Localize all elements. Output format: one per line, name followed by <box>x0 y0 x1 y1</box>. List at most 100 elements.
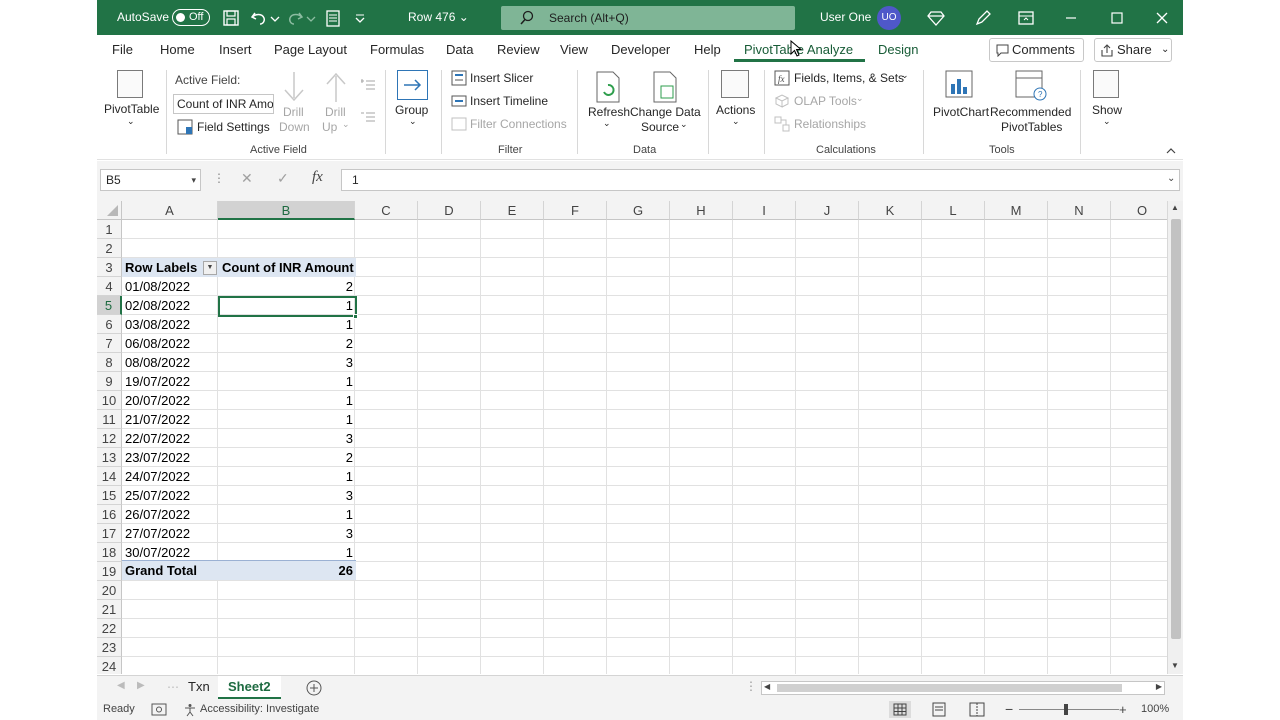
row-header-5[interactable]: 5 <box>97 296 122 315</box>
pivot-row-value[interactable]: 2 <box>219 277 356 296</box>
pivot-row-value[interactable]: 1 <box>219 410 356 429</box>
vertical-scroll-thumb[interactable] <box>1171 219 1181 639</box>
close-icon[interactable] <box>1152 8 1172 28</box>
row-header-3[interactable]: 3 <box>97 258 122 277</box>
enter-icon[interactable]: ✓ <box>277 170 289 187</box>
row-header-18[interactable]: 18 <box>97 543 122 562</box>
normal-view-button[interactable] <box>889 701 911 718</box>
pivot-row-label[interactable]: 21/07/2022 <box>122 410 218 429</box>
tab-file[interactable]: File <box>112 35 133 64</box>
avatar[interactable]: UO <box>877 6 901 30</box>
column-header-j[interactable]: J <box>796 201 859 220</box>
row-header-12[interactable]: 12 <box>97 429 122 448</box>
pivot-row-value[interactable]: 3 <box>219 353 356 372</box>
scroll-left-icon[interactable]: ◀ <box>764 682 770 691</box>
column-header-o[interactable]: O <box>1111 201 1167 220</box>
row-header-13[interactable]: 13 <box>97 448 122 467</box>
zoom-slider-thumb[interactable] <box>1064 704 1068 715</box>
zoom-in-icon[interactable]: + <box>1119 699 1127 720</box>
name-box[interactable]: B5 ▾ <box>100 169 201 191</box>
pivot-row-value[interactable]: 2 <box>219 448 356 467</box>
zoom-level[interactable]: 100% <box>1141 699 1169 720</box>
page-break-preview-icon[interactable] <box>969 702 985 717</box>
horizontal-scroll-thumb[interactable] <box>777 684 1122 692</box>
refresh-icon[interactable] <box>594 70 624 104</box>
autosave-toggle[interactable]: Off <box>172 9 210 26</box>
show-icon[interactable] <box>1093 70 1119 98</box>
row-header-17[interactable]: 17 <box>97 524 122 543</box>
diamond-icon[interactable] <box>926 8 946 28</box>
column-header-n[interactable]: N <box>1048 201 1111 220</box>
active-field-input[interactable]: Count of INR Amo <box>173 94 274 114</box>
expand-formula-bar-icon[interactable]: ⌄ <box>1167 173 1175 184</box>
insert-function-icon[interactable]: fx <box>312 169 323 186</box>
pivotchart-button[interactable]: PivotChart <box>933 105 989 119</box>
pivot-row-label[interactable]: 22/07/2022 <box>122 429 218 448</box>
tab-review[interactable]: Review <box>497 35 540 64</box>
row-header-23[interactable]: 23 <box>97 638 122 657</box>
pivot-row-label[interactable]: 06/08/2022 <box>122 334 218 353</box>
recommended-pivottables-label-1[interactable]: Recommended <box>990 105 1071 119</box>
pen-icon[interactable] <box>973 8 993 28</box>
pivottable-button[interactable]: PivotTable <box>104 102 159 116</box>
tab-design[interactable]: Design <box>878 35 918 64</box>
accessibility-status[interactable]: Accessibility: Investigate <box>200 699 319 720</box>
drill-up-icon[interactable] <box>323 70 349 104</box>
change-data-source-label-1[interactable]: Change Data <box>630 105 701 119</box>
maximize-icon[interactable] <box>1107 8 1127 28</box>
redo-icon[interactable] <box>285 8 305 28</box>
column-header-i[interactable]: I <box>733 201 796 220</box>
pivot-row-label[interactable]: 08/08/2022 <box>122 353 218 372</box>
vertical-scrollbar[interactable]: ▲ ▼ <box>1167 201 1183 674</box>
column-header-d[interactable]: D <box>418 201 481 220</box>
pivot-row-value[interactable]: 1 <box>219 543 356 562</box>
expand-field-icon[interactable] <box>360 78 376 92</box>
pivot-row-label[interactable]: 02/08/2022 <box>122 296 218 315</box>
column-header-l[interactable]: L <box>922 201 985 220</box>
olap-tools-button[interactable]: OLAP Tools <box>794 94 857 108</box>
zoom-slider-track[interactable] <box>1019 709 1119 710</box>
change-data-source-label-2[interactable]: Source <box>641 120 679 134</box>
row-header-16[interactable]: 16 <box>97 505 122 524</box>
insert-slicer-button[interactable]: Insert Slicer <box>470 71 533 85</box>
tab-data[interactable]: Data <box>446 35 473 64</box>
column-header-b[interactable]: B <box>218 201 355 220</box>
add-sheet-icon[interactable] <box>306 680 322 696</box>
column-header-m[interactable]: M <box>985 201 1048 220</box>
row-header-6[interactable]: 6 <box>97 315 122 334</box>
pivot-row-label[interactable]: 24/07/2022 <box>122 467 218 486</box>
insert-timeline-button[interactable]: Insert Timeline <box>470 94 548 108</box>
change-data-source-icon[interactable] <box>651 70 681 104</box>
recommended-pivottables-label-2[interactable]: PivotTables <box>1001 120 1062 134</box>
share-button[interactable]: Share ⌄ <box>1094 38 1172 62</box>
pivot-row-label[interactable]: 23/07/2022 <box>122 448 218 467</box>
pivot-row-value[interactable]: 3 <box>219 524 356 543</box>
redo-dropdown-icon[interactable] <box>305 8 317 28</box>
pivot-row-value[interactable]: 3 <box>219 429 356 448</box>
row-header-10[interactable]: 10 <box>97 391 122 410</box>
tab-insert[interactable]: Insert <box>219 35 252 64</box>
pivotchart-icon[interactable] <box>945 70 975 102</box>
horizontal-scrollbar[interactable]: ◀ ▶ <box>761 681 1165 695</box>
save-icon[interactable] <box>221 8 241 28</box>
user-name[interactable]: User One <box>820 0 871 35</box>
field-settings-button[interactable]: Field Settings <box>197 120 270 134</box>
scroll-right-icon[interactable]: ▶ <box>1156 682 1162 691</box>
row-header-8[interactable]: 8 <box>97 353 122 372</box>
select-all-corner[interactable] <box>97 201 122 220</box>
undo-icon[interactable] <box>249 8 269 28</box>
pivot-value-header[interactable]: Count of INR Amount <box>219 258 356 277</box>
pivot-row-value[interactable]: 3 <box>219 486 356 505</box>
tab-formulas[interactable]: Formulas <box>370 35 424 64</box>
row-header-15[interactable]: 15 <box>97 486 122 505</box>
search-box[interactable]: Search (Alt+Q) <box>501 6 795 30</box>
grand-total-label[interactable]: Grand Total <box>122 561 218 580</box>
row-header-1[interactable]: 1 <box>97 220 122 239</box>
column-header-c[interactable]: C <box>355 201 418 220</box>
group-icon[interactable] <box>397 70 428 100</box>
column-header-h[interactable]: H <box>670 201 733 220</box>
pivot-row-value[interactable]: 1 <box>219 505 356 524</box>
filter-dropdown-icon[interactable]: ▼ <box>203 261 217 275</box>
scroll-up-icon[interactable]: ▲ <box>1171 203 1179 212</box>
tab-developer[interactable]: Developer <box>611 35 670 64</box>
